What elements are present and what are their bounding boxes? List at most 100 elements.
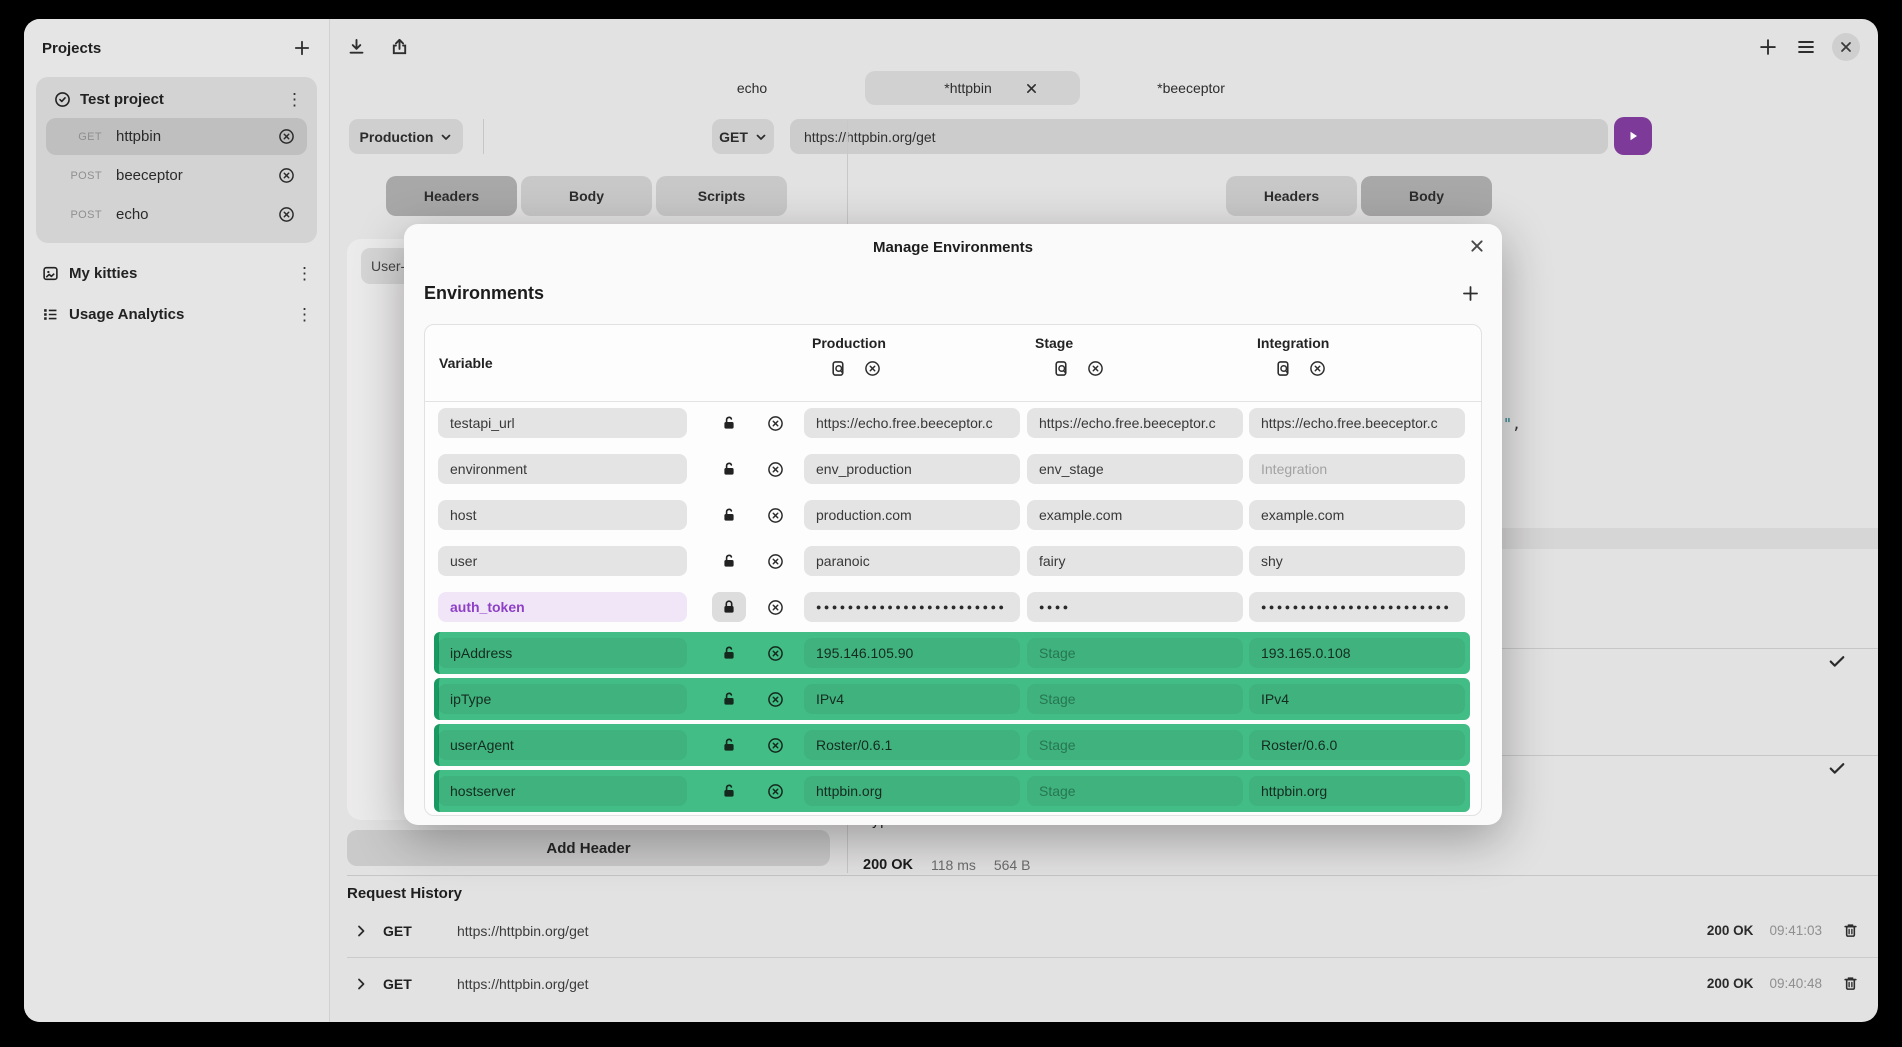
file-search-icon[interactable] <box>1275 360 1292 377</box>
value-input-integration[interactable]: Roster/0.6.0 <box>1249 730 1465 760</box>
cancel-request-icon[interactable] <box>278 128 295 145</box>
value-input-integration[interactable]: 193.165.0.108 <box>1249 638 1465 668</box>
delete-history-button[interactable] <box>1842 922 1859 939</box>
value-input-production[interactable]: IPv4 <box>804 684 1020 714</box>
variable-name-input[interactable]: ipAddress <box>438 638 687 668</box>
value-input-integration[interactable]: example.com <box>1249 500 1465 530</box>
value-input-stage[interactable]: fairy <box>1027 546 1243 576</box>
modal-close-button[interactable] <box>1466 235 1488 257</box>
value-input-integration[interactable]: Integration <box>1249 454 1465 484</box>
tab-response-headers[interactable]: Headers <box>1226 176 1357 216</box>
value-input-stage[interactable]: Stage <box>1027 776 1243 806</box>
variable-name: hostserver <box>450 783 515 799</box>
value-input-production[interactable]: https://echo.free.beeceptor.c <box>804 408 1020 438</box>
variable-name-input[interactable]: hostserver <box>438 776 687 806</box>
value-input-production[interactable]: httpbin.org <box>804 776 1020 806</box>
value-input-stage[interactable]: env_stage <box>1027 454 1243 484</box>
history-row[interactable]: GET https://httpbin.org/get 200 OK 09:40… <box>347 958 1878 1009</box>
history-row[interactable]: GET https://httpbin.org/get 200 OK 09:41… <box>347 905 1878 956</box>
variable-name-input[interactable]: ipType <box>438 684 687 714</box>
delete-variable-icon[interactable] <box>767 783 784 800</box>
variable-name-input[interactable]: testapi_url <box>438 408 687 438</box>
unlock-icon[interactable] <box>709 461 749 477</box>
tab-request-scripts[interactable]: Scripts <box>656 176 787 216</box>
delete-environment-icon[interactable] <box>864 360 881 377</box>
environment-selector[interactable]: Production <box>349 119 463 154</box>
value-input-integration[interactable]: IPv4 <box>1249 684 1465 714</box>
cancel-request-icon[interactable] <box>278 206 295 223</box>
tab-httpbin[interactable]: *httpbin <box>865 71 1080 105</box>
app-menu-button[interactable] <box>1794 35 1818 59</box>
tab-request-headers[interactable]: Headers <box>386 176 517 216</box>
project-group-header[interactable]: Test project ⋮ <box>42 83 311 116</box>
send-request-button[interactable] <box>1614 117 1652 155</box>
value-input-production[interactable]: Roster/0.6.1 <box>804 730 1020 760</box>
value-input-production[interactable]: 195.146.105.90 <box>804 638 1020 668</box>
new-tab-button[interactable] <box>1756 35 1780 59</box>
value-input-production[interactable]: paranoic <box>804 546 1020 576</box>
delete-variable-icon[interactable] <box>767 645 784 662</box>
delete-variable-icon[interactable] <box>767 507 784 524</box>
delete-variable-icon[interactable] <box>767 415 784 432</box>
tab-beeceptor[interactable]: *beeceptor <box>1131 71 1251 105</box>
value-input-stage[interactable]: example.com <box>1027 500 1243 530</box>
delete-environment-icon[interactable] <box>1087 360 1104 377</box>
import-button[interactable] <box>345 35 368 58</box>
value-input-stage[interactable]: ●●●● <box>1027 592 1243 622</box>
sidebar-item-usage-analytics[interactable]: Usage Analytics ⋮ <box>24 294 329 335</box>
method-selector[interactable]: GET <box>712 119 774 154</box>
delete-variable-icon[interactable] <box>767 461 784 478</box>
value-input-production[interactable]: ●●●●●●●●●●●●●●●●●●●●●●●● <box>804 592 1020 622</box>
request-pane-tabs: Headers Body Scripts <box>386 176 787 216</box>
sidebar-item-my-kitties[interactable]: My kitties ⋮ <box>24 253 329 294</box>
variable-name-input[interactable]: user <box>438 546 687 576</box>
tab-request-body[interactable]: Body <box>521 176 652 216</box>
variable-name-input[interactable]: userAgent <box>438 730 687 760</box>
delete-variable-icon[interactable] <box>767 599 784 616</box>
project-menu-button[interactable]: ⋮ <box>286 91 303 108</box>
window-close-button[interactable] <box>1832 33 1860 61</box>
file-search-icon[interactable] <box>830 360 847 377</box>
value-input-integration[interactable]: shy <box>1249 546 1465 576</box>
unlock-icon[interactable] <box>709 691 749 707</box>
lock-icon[interactable] <box>712 592 746 622</box>
variable-name-input[interactable]: host <box>438 500 687 530</box>
export-button[interactable] <box>388 35 411 58</box>
unlock-icon[interactable] <box>709 737 749 753</box>
value-input-stage[interactable]: https://echo.free.beeceptor.c <box>1027 408 1243 438</box>
sidebar-item-httpbin[interactable]: GET httpbin <box>46 118 307 155</box>
delete-variable-icon[interactable] <box>767 691 784 708</box>
unlock-icon[interactable] <box>709 507 749 523</box>
unlock-icon[interactable] <box>709 645 749 661</box>
close-tab-button[interactable] <box>1024 81 1039 96</box>
unlock-icon[interactable] <box>709 783 749 799</box>
unlock-icon[interactable] <box>709 553 749 569</box>
new-project-button[interactable] <box>291 37 313 59</box>
value-input-integration[interactable]: ●●●●●●●●●●●●●●●●●●●●●●●● <box>1249 592 1465 622</box>
project-menu-button[interactable]: ⋮ <box>296 306 313 323</box>
file-search-icon[interactable] <box>1053 360 1070 377</box>
value-input-production[interactable]: production.com <box>804 500 1020 530</box>
sidebar-item-beeceptor[interactable]: POST beeceptor <box>46 157 307 194</box>
delete-environment-icon[interactable] <box>1309 360 1326 377</box>
project-menu-button[interactable]: ⋮ <box>296 265 313 282</box>
unlock-icon[interactable] <box>709 415 749 431</box>
tab-response-body[interactable]: Body <box>1361 176 1492 216</box>
delete-variable-icon[interactable] <box>767 737 784 754</box>
add-header-button[interactable]: Add Header <box>347 830 830 866</box>
url-input[interactable]: https://httpbin.org/get <box>790 119 1608 154</box>
cancel-request-icon[interactable] <box>278 167 295 184</box>
value-input-integration[interactable]: httpbin.org <box>1249 776 1465 806</box>
delete-variable-icon[interactable] <box>767 553 784 570</box>
variable-name-input[interactable]: auth_token <box>438 592 687 622</box>
sidebar-item-echo[interactable]: POST echo <box>46 196 307 233</box>
value-input-stage[interactable]: Stage <box>1027 638 1243 668</box>
value-input-production[interactable]: env_production <box>804 454 1020 484</box>
delete-history-button[interactable] <box>1842 975 1859 992</box>
variable-name-input[interactable]: environment <box>438 454 687 484</box>
value-input-stage[interactable]: Stage <box>1027 730 1243 760</box>
value-input-integration[interactable]: https://echo.free.beeceptor.c <box>1249 408 1465 438</box>
tab-echo[interactable]: echo <box>706 71 798 105</box>
add-environment-button[interactable] <box>1459 282 1482 305</box>
value-input-stage[interactable]: Stage <box>1027 684 1243 714</box>
